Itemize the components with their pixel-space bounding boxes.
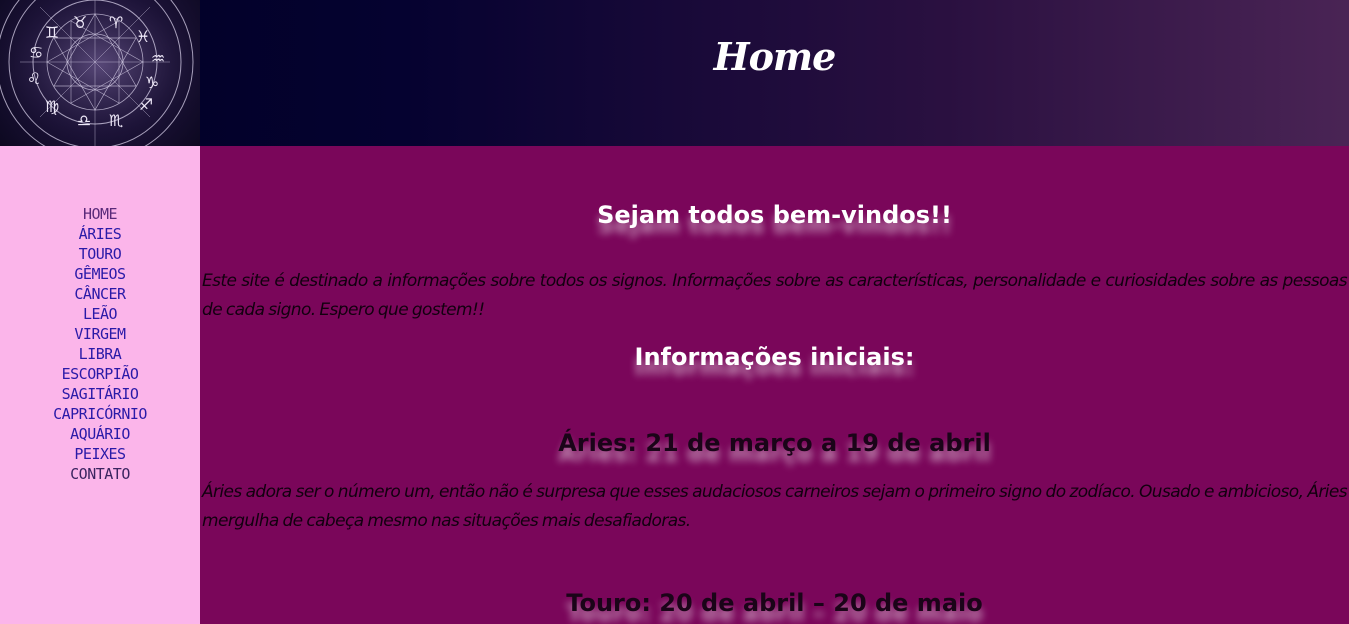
svg-text:♍: ♍ bbox=[45, 97, 59, 116]
sidebar-item-contato: CONTATO bbox=[0, 464, 200, 484]
nav-link-virgem[interactable]: VIRGEM bbox=[74, 325, 126, 343]
welcome-heading: Sejam todos bem-vindos!! bbox=[597, 201, 952, 229]
aries-heading: Áries: 21 de março a 19 de abril bbox=[558, 429, 991, 457]
intro-paragraph: Este site é destinado a informações sobr… bbox=[202, 271, 1348, 320]
nav-link-leao[interactable]: LEÃO bbox=[83, 305, 118, 323]
nav-link-sagitario[interactable]: SAGITÁRIO bbox=[62, 385, 139, 403]
svg-text:♏: ♏ bbox=[109, 111, 123, 130]
sidebar-item-gemeos: GÊMEOS bbox=[0, 264, 200, 284]
nav-link-gemeos[interactable]: GÊMEOS bbox=[74, 265, 126, 283]
svg-text:♋: ♋ bbox=[29, 43, 43, 62]
sidebar-item-sagitario: SAGITÁRIO bbox=[0, 384, 200, 404]
nav-link-touro[interactable]: TOURO bbox=[79, 245, 122, 263]
sidebar-item-peixes: PEIXES bbox=[0, 444, 200, 464]
aries-paragraph: Áries adora ser o número um, então não é… bbox=[202, 482, 1348, 531]
sidebar-item-libra: LIBRA bbox=[0, 344, 200, 364]
page-title: Home bbox=[713, 34, 837, 79]
svg-text:♒: ♒ bbox=[151, 49, 165, 68]
nav-link-peixes[interactable]: PEIXES bbox=[74, 445, 126, 463]
sidebar-nav: HOME ÁRIES TOURO GÊMEOS CÂNCER LEÃO VIRG… bbox=[0, 146, 200, 484]
main-content: Sejam todos bem-vindos!! Este site é des… bbox=[200, 146, 1349, 624]
touro-heading: Touro: 20 de abril – 20 de maio bbox=[566, 589, 983, 617]
nav-link-aquario[interactable]: AQUÁRIO bbox=[70, 425, 130, 443]
sidebar-item-aquario: AQUÁRIO bbox=[0, 424, 200, 444]
nav-link-libra[interactable]: LIBRA bbox=[79, 345, 122, 363]
info-heading: Informações iniciais: bbox=[634, 343, 915, 371]
sidebar: HOME ÁRIES TOURO GÊMEOS CÂNCER LEÃO VIRG… bbox=[0, 146, 200, 624]
nav-link-aries[interactable]: ÁRIES bbox=[79, 225, 122, 243]
nav-link-escorpiao[interactable]: ESCORPIÃO bbox=[62, 365, 139, 383]
nav-link-contato[interactable]: CONTATO bbox=[70, 465, 130, 483]
sidebar-item-virgem: VIRGEM bbox=[0, 324, 200, 344]
header: ♉ ♈ ♓ ♒ ♑ ♐ ♏ ♎ ♍ ♌ ♋ ♊ Home bbox=[0, 0, 1349, 146]
sidebar-item-touro: TOURO bbox=[0, 244, 200, 264]
nav-link-cancer[interactable]: CÂNCER bbox=[74, 285, 126, 303]
sidebar-item-capricornio: CAPRICÓRNIO bbox=[0, 404, 200, 424]
svg-text:♉: ♉ bbox=[73, 13, 87, 32]
svg-text:♈: ♈ bbox=[109, 13, 123, 32]
nav-link-capricornio[interactable]: CAPRICÓRNIO bbox=[53, 405, 147, 423]
svg-text:♐: ♐ bbox=[139, 95, 153, 114]
nav-link-home[interactable]: HOME bbox=[83, 205, 118, 223]
svg-text:♊: ♊ bbox=[45, 23, 59, 42]
sidebar-item-leao: LEÃO bbox=[0, 304, 200, 324]
svg-text:♎: ♎ bbox=[77, 111, 91, 130]
sidebar-item-aries: ÁRIES bbox=[0, 224, 200, 244]
zodiac-wheel-icon: ♉ ♈ ♓ ♒ ♑ ♐ ♏ ♎ ♍ ♌ ♋ ♊ bbox=[0, 0, 200, 146]
sidebar-item-cancer: CÂNCER bbox=[0, 284, 200, 304]
sidebar-item-home: HOME bbox=[0, 204, 200, 224]
sidebar-item-escorpiao: ESCORPIÃO bbox=[0, 364, 200, 384]
svg-text:♑: ♑ bbox=[145, 73, 159, 92]
svg-text:♌: ♌ bbox=[27, 69, 41, 88]
svg-text:♓: ♓ bbox=[136, 27, 150, 46]
